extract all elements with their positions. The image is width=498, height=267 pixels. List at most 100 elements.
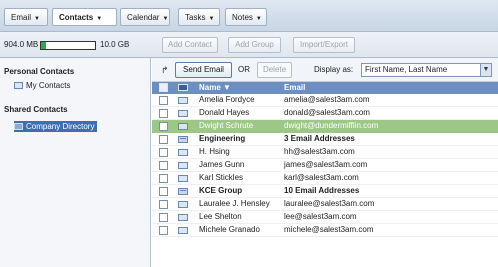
- tab-email[interactable]: Email ▼: [4, 8, 48, 26]
- contact-card-icon: [178, 201, 188, 208]
- add-contact-button[interactable]: Add Contact: [162, 37, 218, 53]
- contact-row[interactable]: H. Hsing hh@salest3am.com: [152, 146, 498, 159]
- row-checkbox[interactable]: [159, 122, 168, 131]
- display-as-value: First Name, Last Name: [365, 65, 448, 74]
- sort-down-icon: ▼: [223, 83, 231, 92]
- contact-row[interactable]: Dwight Schrute dwight@dundermifflin.com: [152, 120, 498, 133]
- contact-name[interactable]: Donald Hayes: [199, 107, 249, 119]
- contact-type-icon: [178, 84, 188, 91]
- tab-tasks-label: Tasks: [185, 13, 206, 22]
- row-checkbox[interactable]: [159, 187, 168, 196]
- contact-name[interactable]: H. Hsing: [199, 146, 230, 158]
- sidebar-item-label: Company Directory: [26, 122, 95, 131]
- contact-email: 3 Email Addresses: [284, 134, 355, 143]
- chevron-down-icon: ▼: [96, 16, 103, 22]
- table-header-row: Name ▼ Email: [152, 82, 498, 94]
- contact-row[interactable]: Donald Hayes donald@salest3am.com: [152, 107, 498, 120]
- contact-name[interactable]: Michele Granado: [199, 224, 260, 236]
- contact-name[interactable]: KCE Group: [199, 185, 242, 197]
- tab-tasks[interactable]: Tasks ▼: [178, 8, 220, 26]
- contact-card-icon: [178, 97, 188, 104]
- contact-row[interactable]: Karl Stickles karl@salest3am.com: [152, 172, 498, 185]
- contact-card-icon: [178, 214, 188, 221]
- contact-email: lee@salest3am.com: [284, 212, 357, 221]
- row-checkbox[interactable]: [159, 213, 168, 222]
- row-checkbox[interactable]: [159, 135, 168, 144]
- contact-name[interactable]: Dwight Schrute: [199, 120, 253, 132]
- sidebar-item-company-directory[interactable]: Company Directory: [14, 121, 98, 132]
- compose-arrow-icon: ↱: [161, 65, 169, 75]
- contact-row[interactable]: Michele Granado michele@salest3am.com: [152, 224, 498, 237]
- contact-email: donald@salest3am.com: [284, 108, 370, 117]
- group-row[interactable]: Engineering 3 Email Addresses: [152, 133, 498, 146]
- column-header-name-label: Name: [199, 83, 221, 92]
- column-header-name[interactable]: Name ▼: [199, 82, 231, 94]
- contact-email: james@salest3am.com: [284, 160, 368, 169]
- group-icon: [178, 136, 188, 143]
- send-email-button[interactable]: Send Email: [175, 62, 232, 78]
- contact-row[interactable]: Lee Shelton lee@salest3am.com: [152, 211, 498, 224]
- contact-email: dwight@dundermifflin.com: [284, 121, 379, 130]
- contact-row[interactable]: Lauralee J. Hensley lauralee@salest3am.co…: [152, 198, 498, 211]
- chevron-down-icon: ▼: [255, 16, 262, 22]
- row-checkbox[interactable]: [159, 148, 168, 157]
- contact-email: michele@salest3am.com: [284, 225, 374, 234]
- contact-name[interactable]: Karl Stickles: [199, 172, 243, 184]
- row-checkbox[interactable]: [159, 109, 168, 118]
- contact-card-icon: [178, 227, 188, 234]
- contacts-main: ↱ Send Email OR Delete Display as: First…: [152, 58, 498, 267]
- contact-email: karl@salest3am.com: [284, 173, 359, 182]
- contact-row[interactable]: Amelia Fordyce amelia@salest3am.com: [152, 94, 498, 107]
- row-checkbox[interactable]: [159, 96, 168, 105]
- row-checkbox[interactable]: [159, 226, 168, 235]
- storage-used: 904.0 MB: [4, 40, 39, 49]
- shared-contacts-heading: Shared Contacts: [4, 105, 68, 114]
- action-bar: ↱ Send Email OR Delete Display as: First…: [152, 58, 498, 82]
- address-book-icon: [14, 82, 23, 89]
- address-book-icon: [14, 123, 23, 130]
- group-row[interactable]: KCE Group 10 Email Addresses: [152, 185, 498, 198]
- sidebar-item-label: My Contacts: [26, 81, 71, 90]
- tab-calendar-label: Calendar: [127, 13, 160, 22]
- contact-list: Name ▼ Email Amelia Fordyce amelia@salest…: [152, 82, 498, 237]
- chevron-down-icon: ▼: [34, 16, 40, 22]
- contacts-sidebar: Personal Contacts My Contacts Shared Con…: [0, 58, 151, 267]
- tab-email-label: Email: [11, 13, 32, 22]
- contact-card-icon: [178, 162, 188, 169]
- contact-card-icon: [178, 123, 188, 130]
- or-label: OR: [238, 65, 250, 74]
- tab-calendar[interactable]: Calendar ▼: [120, 8, 170, 26]
- display-as-select[interactable]: First Name, Last Name ▼: [361, 63, 492, 77]
- personal-contacts-heading: Personal Contacts: [4, 67, 75, 76]
- tab-contacts[interactable]: Contacts ▼: [52, 8, 117, 26]
- contact-name[interactable]: Engineering: [199, 133, 245, 145]
- row-checkbox[interactable]: [159, 161, 168, 170]
- import-export-button[interactable]: Import/Export: [293, 37, 355, 53]
- select-all-checkbox[interactable]: [159, 83, 168, 92]
- contact-email: lauralee@salest3am.com: [284, 199, 375, 208]
- contact-name[interactable]: Lee Shelton: [199, 211, 242, 223]
- tab-notes[interactable]: Notes ▼: [225, 8, 267, 26]
- contact-name[interactable]: Lauralee J. Hensley: [199, 198, 270, 210]
- chevron-down-icon[interactable]: ▼: [480, 64, 491, 76]
- storage-meter-fill: [41, 42, 46, 49]
- display-as-label: Display as:: [314, 65, 354, 74]
- row-checkbox[interactable]: [159, 174, 168, 183]
- contact-name[interactable]: James Gunn: [199, 159, 244, 171]
- column-header-email[interactable]: Email: [284, 82, 305, 94]
- contact-name[interactable]: Amelia Fordyce: [199, 94, 255, 106]
- contact-email: amelia@salest3am.com: [284, 95, 370, 104]
- tab-notes-label: Notes: [232, 13, 253, 22]
- contact-card-icon: [178, 175, 188, 182]
- row-checkbox[interactable]: [159, 200, 168, 209]
- add-group-button[interactable]: Add Group: [228, 37, 281, 53]
- contact-card-icon: [178, 149, 188, 156]
- storage-meter: [40, 41, 96, 50]
- chevron-down-icon: ▼: [162, 16, 169, 22]
- delete-button[interactable]: Delete: [257, 62, 292, 78]
- contact-row[interactable]: James Gunn james@salest3am.com: [152, 159, 498, 172]
- toolbar: 904.0 MB 10.0 GB Add Contact Add Group I…: [0, 32, 498, 58]
- sidebar-item-my-contacts[interactable]: My Contacts: [14, 80, 73, 91]
- main-nav-bar: Email ▼ Contacts ▼ Calendar ▼ Tasks ▼ Notes ▼: [0, 0, 498, 32]
- chevron-down-icon: ▼: [208, 16, 215, 22]
